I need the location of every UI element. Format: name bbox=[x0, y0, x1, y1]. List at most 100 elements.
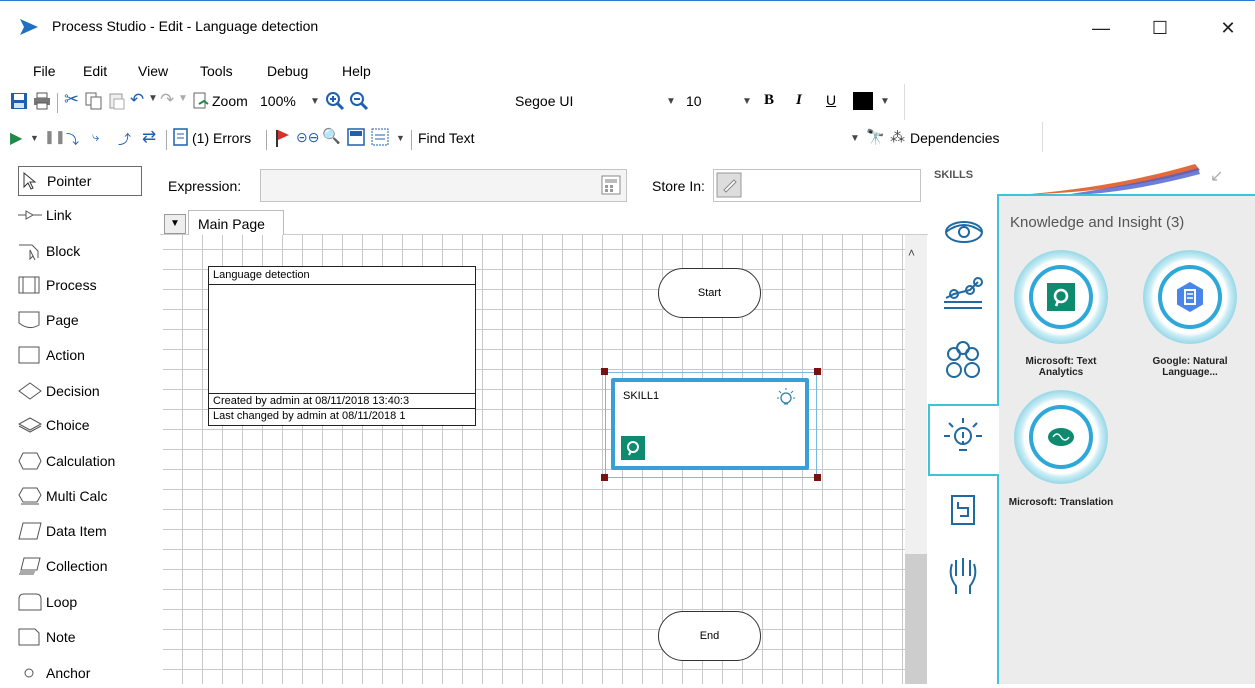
zoom-dropdown-icon[interactable]: ▼ bbox=[310, 96, 320, 107]
tool-label: Process bbox=[46, 277, 97, 293]
panel-icon[interactable] bbox=[347, 128, 365, 146]
end-stage[interactable]: End bbox=[658, 611, 761, 661]
tool-link[interactable]: Link bbox=[18, 200, 142, 230]
skills-banner-swoosh bbox=[1030, 164, 1200, 194]
print-icon[interactable] bbox=[33, 92, 51, 110]
tool-page[interactable]: Page bbox=[18, 305, 142, 335]
tool-loop[interactable]: Loop bbox=[18, 587, 142, 617]
run-icon[interactable]: ▶ bbox=[10, 128, 22, 148]
tool-action[interactable]: Action bbox=[18, 340, 142, 370]
font-name-select[interactable]: Segoe UI bbox=[515, 93, 573, 109]
font-size-select[interactable]: 10 bbox=[686, 93, 702, 109]
start-stage[interactable]: Start bbox=[658, 268, 761, 318]
tool-decision[interactable]: Decision bbox=[18, 376, 142, 406]
save-icon[interactable] bbox=[10, 92, 28, 110]
redo-icon[interactable]: ↷ bbox=[160, 90, 174, 110]
tool-label: Block bbox=[46, 243, 81, 259]
font-color-dropdown-icon[interactable]: ▼ bbox=[880, 96, 890, 107]
font-size-dropdown-icon[interactable]: ▼ bbox=[742, 96, 752, 107]
text-analytics-icon bbox=[621, 436, 645, 460]
store-in-input[interactable] bbox=[713, 169, 921, 202]
skill-card-text-analytics[interactable] bbox=[1014, 250, 1108, 344]
step-out-icon[interactable]: ⤴ bbox=[118, 129, 131, 148]
scroll-up-icon[interactable]: ˄ bbox=[908, 246, 915, 260]
tool-choice[interactable]: Choice bbox=[17, 410, 142, 440]
visual-perception-icon[interactable] bbox=[934, 202, 992, 264]
errors-button[interactable]: (1) Errors bbox=[192, 130, 251, 146]
expression-input[interactable] bbox=[260, 169, 627, 202]
undo-dropdown-icon[interactable]: ▼ bbox=[148, 93, 158, 104]
problem-solving-icon[interactable] bbox=[934, 546, 992, 608]
run-dropdown-icon[interactable]: ▼ bbox=[30, 133, 39, 143]
step-over-icon[interactable]: ⤷ bbox=[92, 129, 99, 145]
selection-handle[interactable] bbox=[601, 474, 608, 481]
tool-data-item[interactable]: Data Item bbox=[18, 516, 142, 546]
errors-icon[interactable] bbox=[172, 128, 190, 148]
tool-note[interactable]: Note bbox=[18, 622, 142, 652]
selection-handle[interactable] bbox=[601, 368, 608, 375]
skill-stage[interactable]: SKILL1 bbox=[611, 378, 809, 470]
skill-card-translation[interactable] bbox=[1014, 390, 1108, 484]
calculator-icon[interactable] bbox=[600, 174, 622, 196]
tab-main-page[interactable]: Main Page bbox=[188, 210, 284, 236]
menu-file[interactable]: File bbox=[33, 63, 56, 79]
dependency-view-icon[interactable] bbox=[371, 128, 389, 146]
minimize-button[interactable]: — bbox=[1078, 10, 1124, 46]
menu-edit[interactable]: Edit bbox=[83, 63, 107, 79]
zoom-value[interactable]: 100% bbox=[260, 93, 296, 109]
maximize-button[interactable]: ☐ bbox=[1137, 10, 1183, 46]
tool-multi-calc[interactable]: Multi Calc bbox=[18, 481, 142, 511]
menu-view[interactable]: View bbox=[138, 63, 168, 79]
font-name-dropdown-icon[interactable]: ▼ bbox=[666, 96, 676, 107]
page-list-dropdown-icon[interactable]: ▼ bbox=[164, 214, 186, 234]
zoom-page-icon[interactable] bbox=[192, 92, 210, 110]
paste-icon[interactable] bbox=[108, 92, 126, 110]
zoom-in-icon[interactable] bbox=[325, 91, 345, 111]
dependencies-icon[interactable]: ⁂ bbox=[890, 128, 905, 146]
undo-icon[interactable]: ↶ bbox=[130, 90, 144, 110]
dependencies-button[interactable]: Dependencies bbox=[910, 130, 1000, 146]
zoom-out-icon[interactable] bbox=[349, 91, 369, 111]
reset-icon[interactable]: ⇄ bbox=[142, 127, 156, 147]
selection-handle[interactable] bbox=[814, 368, 821, 375]
skill-card-google-nl[interactable] bbox=[1143, 250, 1237, 344]
digital-workforce-icon[interactable] bbox=[934, 482, 992, 544]
watch-icon[interactable]: ⊝⊖ bbox=[296, 129, 319, 146]
collaboration-icon[interactable] bbox=[934, 330, 992, 392]
tool-label: Loop bbox=[46, 594, 78, 610]
tool-label: Link bbox=[46, 207, 72, 223]
process-info-box[interactable]: Language detection Created by admin at 0… bbox=[208, 266, 476, 426]
binoculars-icon[interactable]: 🔭 bbox=[866, 128, 885, 146]
tool-collection[interactable]: Collection bbox=[18, 551, 142, 581]
close-button[interactable]: ✕ bbox=[1205, 10, 1251, 46]
menu-help[interactable]: Help bbox=[342, 63, 371, 79]
tool-calculation[interactable]: Calculation bbox=[18, 446, 142, 476]
menu-debug[interactable]: Debug bbox=[267, 63, 308, 79]
redo-dropdown-icon[interactable]: ▼ bbox=[178, 93, 188, 104]
selection-handle[interactable] bbox=[814, 474, 821, 481]
cut-icon[interactable]: ✂ bbox=[64, 89, 79, 110]
collapse-panel-icon[interactable]: ↙ bbox=[1210, 166, 1223, 186]
tool-process[interactable]: Process bbox=[18, 270, 142, 300]
breakpoint-flag-icon[interactable] bbox=[274, 128, 290, 148]
find-text-input[interactable]: Find Text bbox=[418, 130, 475, 146]
step-icon[interactable]: ⤵ bbox=[66, 129, 79, 148]
decision-icon bbox=[18, 382, 42, 400]
pause-icon[interactable]: ❚❚ bbox=[44, 129, 66, 145]
copy-icon[interactable] bbox=[85, 92, 103, 110]
italic-button[interactable]: I bbox=[796, 92, 802, 109]
tool-pointer[interactable]: Pointer bbox=[18, 166, 142, 196]
tool-block[interactable]: Block bbox=[18, 236, 142, 266]
bold-button[interactable]: B bbox=[764, 92, 774, 109]
planning-sequencing-icon[interactable] bbox=[934, 266, 992, 328]
view-dropdown-icon[interactable]: ▼ bbox=[396, 133, 405, 143]
underline-button[interactable]: U bbox=[826, 92, 836, 108]
tool-label: Multi Calc bbox=[46, 488, 108, 504]
find-process-icon[interactable]: 🔍 bbox=[322, 127, 341, 145]
font-color-swatch[interactable] bbox=[853, 92, 873, 110]
menu-tools[interactable]: Tools bbox=[200, 63, 233, 79]
skill-stage-label: SKILL1 bbox=[623, 390, 660, 402]
scrollbar-thumb[interactable] bbox=[905, 554, 927, 684]
data-item-picker-icon[interactable] bbox=[716, 172, 742, 198]
find-text-dropdown-icon[interactable]: ▼ bbox=[850, 133, 860, 144]
